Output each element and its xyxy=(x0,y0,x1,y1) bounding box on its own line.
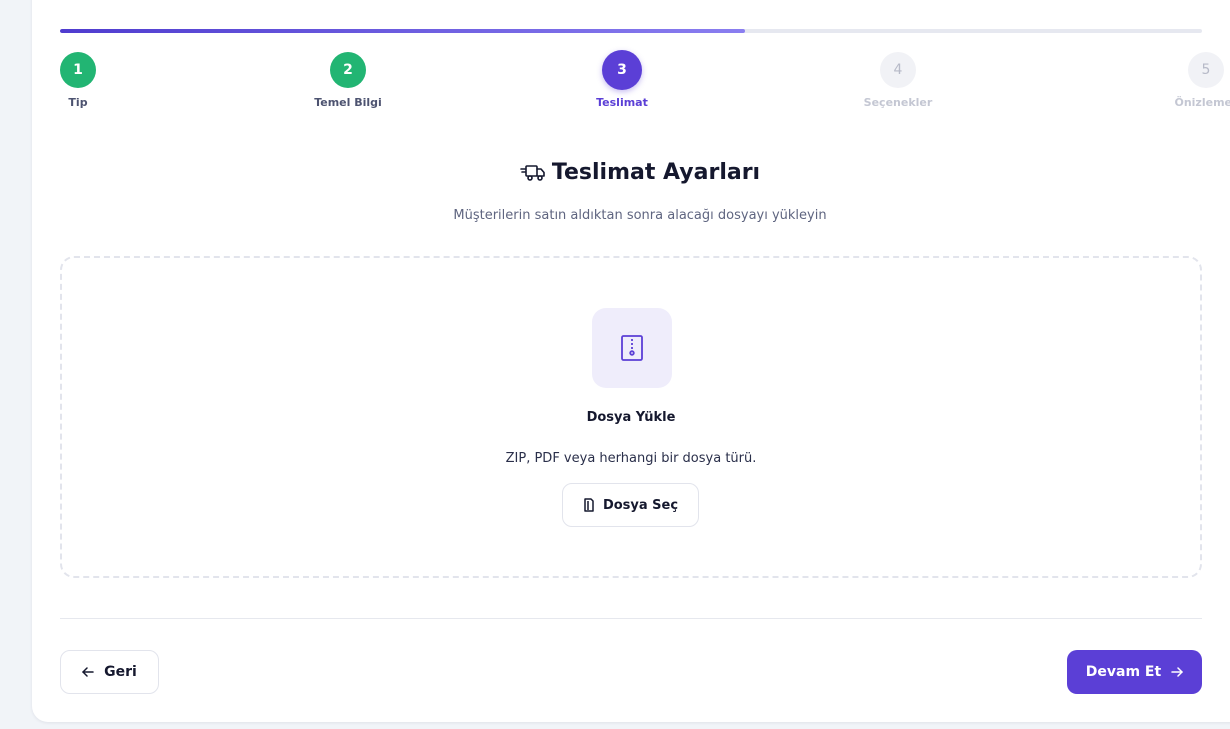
section-subtitle: Müşterilerin satın aldıktan sonra alacağ… xyxy=(453,208,827,223)
arrow-left-icon xyxy=(82,667,94,677)
upload-hint: ZIP, PDF veya herhangi bir dosya türü. xyxy=(505,451,757,466)
footer-divider xyxy=(60,618,1202,619)
continue-label: Devam Et xyxy=(1085,664,1162,680)
step-number: 4 xyxy=(880,52,916,88)
file-icon xyxy=(583,498,595,512)
truck-icon xyxy=(520,163,546,183)
section-title-text: Teslimat Ayarları xyxy=(551,160,761,185)
progress-bar xyxy=(60,29,1202,33)
file-archive-icon xyxy=(592,308,672,388)
step-label: Seçenekler xyxy=(863,96,933,109)
arrow-right-icon xyxy=(1171,667,1183,677)
upload-title: Dosya Yükle xyxy=(586,410,676,425)
section-title: Teslimat Ayarları xyxy=(32,160,1230,185)
step-number: 3 xyxy=(602,50,642,90)
step-onizleme[interactable]: 5 Önizleme xyxy=(1112,52,1230,109)
choose-file-label: Dosya Seç xyxy=(602,497,679,513)
step-label: Önizleme xyxy=(1174,96,1230,109)
wizard-card: 1 Tip 2 Temel Bilgi 3 Teslimat 4 Seçenek… xyxy=(32,0,1230,722)
step-secenekler[interactable]: 4 Seçenekler xyxy=(838,52,958,109)
step-label: Tip xyxy=(68,96,88,109)
choose-file-button[interactable]: Dosya Seç xyxy=(562,483,699,527)
back-label: Geri xyxy=(104,664,137,680)
step-teslimat[interactable]: 3 Teslimat xyxy=(562,50,682,109)
step-number: 5 xyxy=(1188,52,1224,88)
step-number: 1 xyxy=(60,52,96,88)
progress-bar-fill xyxy=(60,29,746,33)
step-label: Temel Bilgi xyxy=(314,96,382,109)
file-dropzone[interactable]: Dosya Yükle ZIP, PDF veya herhangi bir d… xyxy=(60,256,1202,578)
back-button[interactable]: Geri xyxy=(60,650,159,694)
continue-button[interactable]: Devam Et xyxy=(1067,650,1202,694)
step-tip[interactable]: 1 Tip xyxy=(60,52,96,109)
step-number: 2 xyxy=(330,52,366,88)
step-label: Teslimat xyxy=(596,96,648,109)
step-temel-bilgi[interactable]: 2 Temel Bilgi xyxy=(288,52,408,109)
